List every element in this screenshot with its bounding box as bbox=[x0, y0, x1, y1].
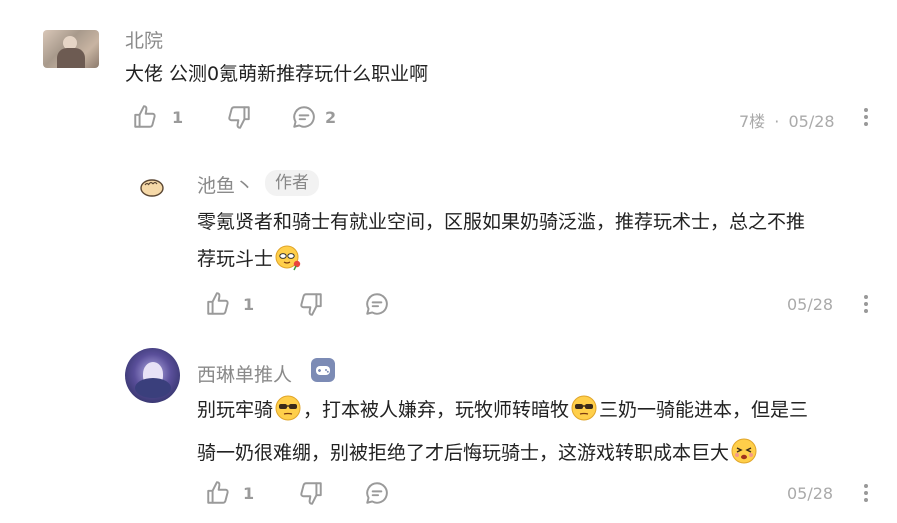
reply-button[interactable] bbox=[364, 291, 390, 317]
reply-text-line: 零氪贤者和骑士有就业空间，区服如果奶骑泛滥，推荐玩术士，总之不推 bbox=[197, 211, 806, 233]
thumbs-up-icon bbox=[132, 104, 158, 130]
more-button[interactable] bbox=[858, 293, 874, 319]
reply-username[interactable]: 池鱼丶 bbox=[197, 171, 254, 198]
thumbs-up-icon bbox=[205, 480, 231, 506]
reply-button[interactable]: 2 bbox=[291, 104, 336, 130]
emoji-weary-face bbox=[730, 437, 758, 478]
reply-text-segment: 三奶一骑能进本，但是三 bbox=[599, 399, 809, 421]
reply-text: 零氪贤者和骑士有就业空间，区服如果奶骑泛滥，推荐玩术士，总之不推 荐玩斗士 bbox=[197, 204, 877, 284]
like-button[interactable]: 1 bbox=[205, 480, 254, 506]
reply-count: 2 bbox=[325, 107, 337, 127]
like-count: 1 bbox=[172, 107, 184, 127]
author-badge: 作者 bbox=[265, 170, 319, 196]
floor-number: 7楼 bbox=[739, 112, 766, 131]
thumbs-down-icon bbox=[298, 480, 324, 506]
like-count: 1 bbox=[243, 483, 255, 503]
reply-text-segment: 别玩牢骑 bbox=[197, 399, 274, 421]
dislike-button[interactable] bbox=[298, 480, 324, 506]
avatar-xilin[interactable] bbox=[125, 348, 180, 403]
emoji-flower-face bbox=[274, 243, 302, 284]
like-button[interactable]: 1 bbox=[132, 104, 183, 130]
thumbs-down-icon bbox=[226, 104, 252, 130]
reply-text-line: 骑一奶很难绷，别被拒绝了才后悔玩骑士，这游戏转职成本巨大 bbox=[197, 442, 730, 464]
thumbs-down-icon bbox=[298, 291, 324, 317]
like-button[interactable]: 1 bbox=[205, 291, 254, 317]
reply-date: 05/28 bbox=[787, 295, 834, 314]
reply-text-segment: ，打本被人嫌弃，玩牧师转暗牧 bbox=[303, 399, 570, 421]
meta-separator: · bbox=[774, 112, 780, 131]
dislike-button[interactable] bbox=[226, 104, 252, 130]
more-vertical-icon bbox=[858, 295, 874, 319]
gamepad-icon bbox=[311, 358, 335, 386]
comment-meta: 7楼 · 05/28 bbox=[739, 108, 835, 132]
avatar-beiyuan[interactable] bbox=[43, 30, 99, 68]
more-button[interactable] bbox=[858, 106, 874, 132]
reply-button[interactable] bbox=[364, 480, 390, 506]
dislike-button[interactable] bbox=[298, 291, 324, 317]
comment-username[interactable]: 北院 bbox=[125, 26, 163, 53]
comment-text: 大佬 公测0氪萌新推荐玩什么职业啊 bbox=[125, 63, 429, 85]
reply-text-line: 荐玩斗士 bbox=[197, 248, 274, 270]
more-vertical-icon bbox=[858, 484, 874, 508]
thumbs-up-icon bbox=[205, 291, 231, 317]
reply-username[interactable]: 西琳单推人 bbox=[197, 360, 292, 387]
like-count: 1 bbox=[243, 294, 255, 314]
comment-date: 05/28 bbox=[788, 112, 835, 131]
more-vertical-icon bbox=[858, 108, 874, 132]
reply-text: 别玩牢骑 ，打本被人嫌弃，玩牧师转暗牧 三奶一骑能进本，但是三 骑一奶很难绷，别… bbox=[197, 392, 887, 478]
emoji-sunglasses-face bbox=[570, 394, 598, 435]
comment-bubble-icon bbox=[364, 291, 390, 317]
emoji-sunglasses-face bbox=[274, 394, 302, 435]
comment-bubble-icon bbox=[291, 104, 317, 130]
comment-bubble-icon bbox=[364, 480, 390, 506]
avatar-chiyu[interactable] bbox=[138, 174, 166, 200]
reply-date: 05/28 bbox=[787, 484, 834, 503]
more-button[interactable] bbox=[858, 482, 874, 508]
